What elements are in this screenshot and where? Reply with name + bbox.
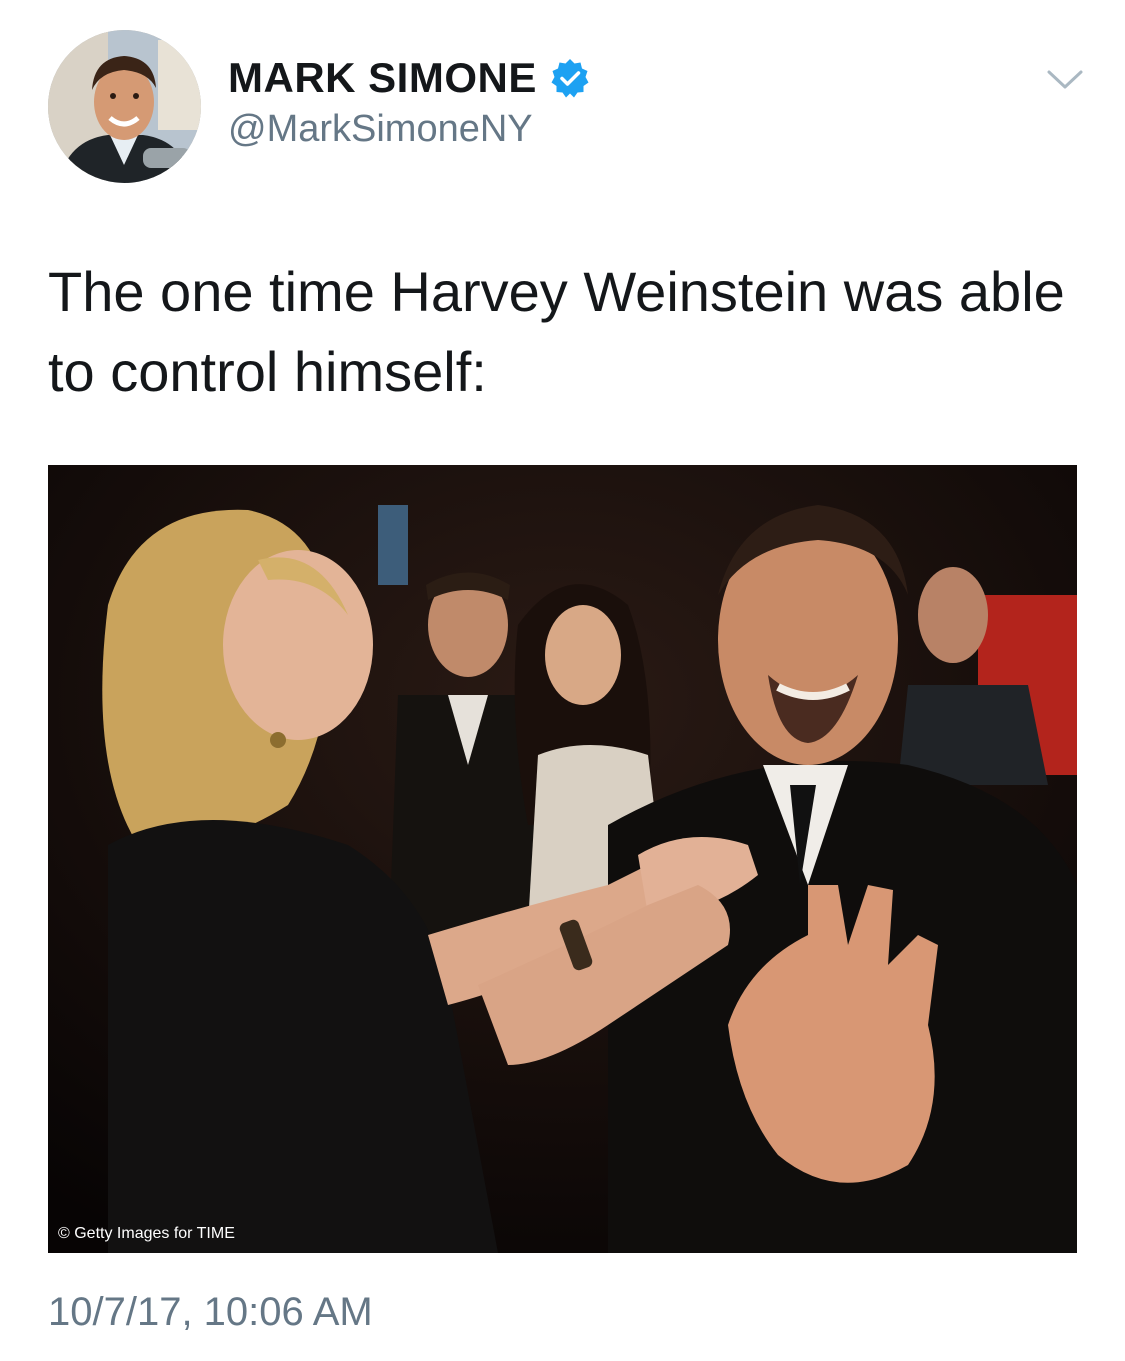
tweet-photo[interactable]: © Getty Images for TIME	[48, 465, 1077, 1253]
photo-credit: © Getty Images for TIME	[58, 1225, 235, 1242]
chevron-down-icon[interactable]	[1046, 68, 1084, 92]
author-name-row: MARK SIMONE	[228, 50, 591, 106]
verified-badge-icon	[549, 57, 591, 99]
author-avatar[interactable]	[48, 30, 201, 183]
tweet: MARK SIMONE @MarkSimoneNY The one time H…	[0, 0, 1125, 1361]
author-display-name[interactable]: MARK SIMONE	[228, 54, 537, 102]
tweet-text: The one time Harvey Weinstein was able t…	[48, 260, 1065, 403]
author-handle[interactable]: @MarkSimoneNY	[228, 108, 533, 151]
tweet-timestamp[interactable]: 10/7/17, 10:06 AM	[48, 1290, 373, 1335]
